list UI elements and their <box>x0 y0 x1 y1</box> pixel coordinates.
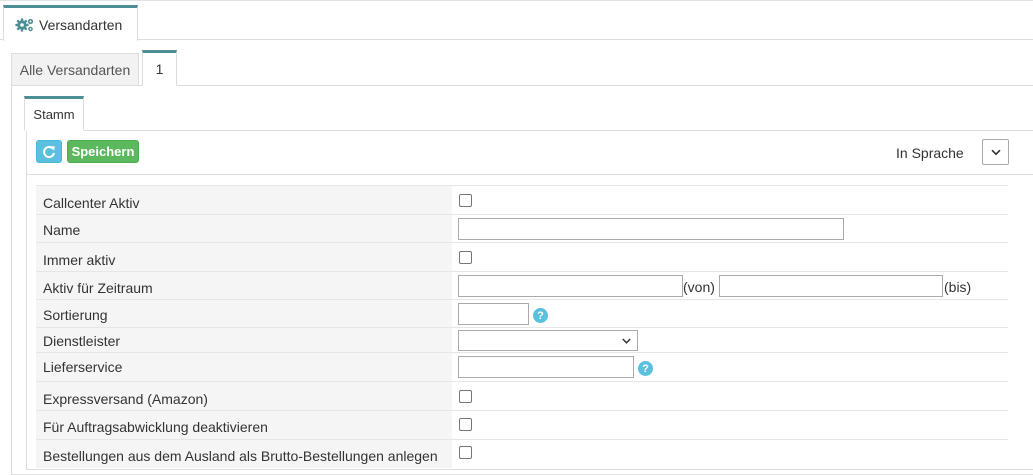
name-label: Name <box>43 222 81 238</box>
sortierung-help-icon[interactable]: ? <box>533 308 548 323</box>
tab-record-1[interactable]: 1 <box>142 50 177 86</box>
refresh-icon <box>43 145 55 158</box>
gears-icon <box>15 17 34 32</box>
brutto-bestellungen-checkbox[interactable] <box>459 446 472 459</box>
save-button[interactable]: Speichern <box>67 140 139 163</box>
dienstleister-select[interactable] <box>458 330 638 351</box>
name-input[interactable] <box>458 218 844 240</box>
lieferservice-input[interactable] <box>458 356 634 378</box>
form-row-callcenter-aktiv: Callcenter Aktiv <box>36 185 1008 214</box>
expressversand-checkbox[interactable] <box>459 390 472 403</box>
refresh-button[interactable] <box>36 140 62 163</box>
tab-alle-versandarten[interactable]: Alle Versandarten <box>11 53 139 86</box>
tab-versandarten[interactable]: Versandarten <box>3 5 138 41</box>
zeitraum-bis-suffix: (bis) <box>944 279 972 295</box>
form-row-auftragsabwicklung: Für Auftragsabwicklung deaktivieren <box>36 410 1008 439</box>
immer-aktiv-checkbox[interactable] <box>459 251 472 264</box>
form-row-aktiv-fuer-zeitraum: Aktiv für Zeitraum (von) (bis) <box>36 271 1008 299</box>
zeitraum-bis-input[interactable] <box>719 275 943 297</box>
callcenter-aktiv-checkbox[interactable] <box>459 194 472 207</box>
aktiv-fuer-zeitraum-label: Aktiv für Zeitraum <box>43 280 153 296</box>
lieferservice-label: Lieferservice <box>43 359 123 375</box>
tab-versandarten-label: Versandarten <box>39 16 123 33</box>
zeitraum-von-suffix: (von) <box>683 279 715 295</box>
lieferservice-help-icon[interactable]: ? <box>638 361 653 376</box>
form-row-expressversand: Expressversand (Amazon) <box>36 381 1008 410</box>
toolbar: Speichern In Sprache <box>27 131 1033 175</box>
form-row-immer-aktiv: Immer aktiv <box>36 242 1008 271</box>
form-row-name: Name <box>36 214 1008 242</box>
form-row-lieferservice: Lieferservice ? <box>36 352 1008 381</box>
auftragsabwicklung-label: Für Auftragsabwicklung deaktivieren <box>43 419 268 435</box>
auftragsabwicklung-checkbox[interactable] <box>459 418 472 431</box>
main-tab-bar: Versandarten <box>0 0 1033 41</box>
dienstleister-label: Dienstleister <box>43 333 121 349</box>
form-row-brutto-bestellungen: Bestellungen aus dem Ausland als Brutto-… <box>36 439 1008 468</box>
immer-aktiv-label: Immer aktiv <box>43 252 116 268</box>
sortierung-input[interactable] <box>458 303 529 325</box>
callcenter-aktiv-label: Callcenter Aktiv <box>43 195 140 211</box>
chevron-down-icon <box>622 337 631 344</box>
language-select[interactable] <box>982 139 1009 165</box>
stamm-form: Callcenter Aktiv Name Immer aktiv Aktiv … <box>36 185 1008 468</box>
language-label: In Sprache <box>896 145 964 161</box>
brutto-bestellungen-label: Bestellungen aus dem Ausland als Brutto-… <box>43 448 438 464</box>
sortierung-label: Sortierung <box>43 307 108 323</box>
form-row-dienstleister: Dienstleister <box>36 327 1008 352</box>
tab-stamm[interactable]: Stamm <box>24 96 84 131</box>
chevron-down-icon <box>990 149 1001 155</box>
expressversand-label: Expressversand (Amazon) <box>43 391 208 407</box>
zeitraum-von-input[interactable] <box>458 275 683 297</box>
form-row-sortierung: Sortierung ? <box>36 299 1008 327</box>
